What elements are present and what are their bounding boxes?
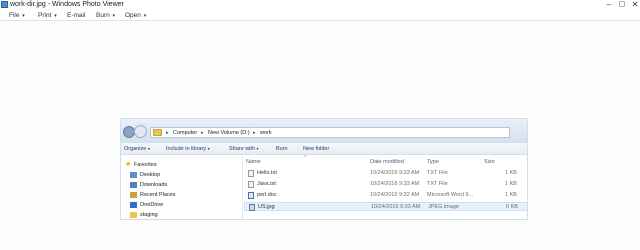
burn-label: Burn — [276, 146, 288, 152]
text-file-icon — [248, 181, 254, 188]
breadcrumb-computer: Computer — [173, 130, 198, 136]
word-doc-icon — [248, 192, 254, 199]
address-bar: ▸ Computer ▸ New Volume (D:) ▸ work — [150, 127, 510, 138]
photo-viewer-window: work-dir.jpg - Windows Photo Viewer – ▢ … — [0, 0, 640, 250]
file-row-us-jpg: US.jpg 10/24/2016 9:33 AM JPEG image 0 K… — [244, 202, 527, 211]
desktop-icon — [130, 172, 137, 178]
column-header-date-modified: Date modified — [370, 159, 404, 165]
file-size: 1 KB — [505, 170, 517, 176]
minimize-button[interactable]: – — [603, 0, 615, 10]
photo-viewer-app-icon — [1, 1, 8, 8]
chevron-down-icon: ▾ — [22, 13, 25, 19]
file-row-hello-txt: Hello.txt 10/24/2016 9:33 AM TXT File 1 … — [244, 169, 527, 178]
file-type: TXT File — [427, 181, 448, 187]
nav-favorites: Favorites — [134, 162, 157, 168]
explorer-address-area: ▸ Computer ▸ New Volume (D:) ▸ work — [121, 119, 527, 143]
displayed-image: ▸ Computer ▸ New Volume (D:) ▸ work Orga… — [120, 118, 528, 220]
file-row-perl-doc: perl.doc 10/24/2016 9:32 AM Microsoft Wo… — [244, 191, 527, 200]
breadcrumb-new-volume: New Volume (D:) — [208, 130, 250, 136]
share-with-label: Share with ▾ — [229, 146, 259, 152]
file-type: TXT File — [427, 170, 448, 176]
file-date: 10/24/2016 9:33 AM — [370, 170, 420, 176]
text-file-icon — [248, 170, 254, 177]
navigation-pane: ★ Favorites Desktop Downloads Recent Pla… — [121, 156, 243, 219]
folder-icon — [130, 212, 137, 218]
column-header-size: Size — [484, 159, 495, 165]
file-name: perl.doc — [257, 192, 277, 198]
close-button[interactable]: ✕ — [629, 0, 640, 10]
chevron-down-icon: ▾ — [112, 13, 116, 19]
maximize-button[interactable]: ▢ — [616, 0, 628, 10]
nav-item-onedrive: OneDrive — [140, 202, 164, 208]
favorites-star-icon: ★ — [125, 161, 132, 168]
breadcrumb-separator: ▸ — [166, 130, 169, 136]
file-type: JPEG image — [428, 204, 459, 210]
file-menu-label: File — [9, 12, 20, 19]
file-date: 10/24/2016 9:33 AM — [371, 204, 421, 210]
chevron-down-icon: ▾ — [54, 13, 57, 19]
file-size: 1 KB — [505, 181, 517, 187]
file-name: Hello.txt — [257, 170, 277, 176]
email-button[interactable]: E-mail — [67, 11, 85, 20]
chevron-down-icon: ▾ — [143, 13, 147, 19]
new-folder-label: New folder — [303, 146, 330, 152]
column-header-type: Type — [427, 159, 439, 165]
file-size: 0 KB — [506, 204, 518, 210]
explorer-toolbar: Organize ▾ Include in library ▾ Share wi… — [121, 143, 527, 155]
burn-menu-label: Burn — [96, 12, 110, 19]
forward-icon — [134, 125, 147, 138]
nav-item-recent-places: Recent Places — [140, 192, 176, 198]
file-type: Microsoft Word 9... — [427, 192, 474, 198]
organize-label: Organize ▾ — [124, 146, 150, 152]
file-date: 10/24/2016 9:32 AM — [370, 192, 420, 198]
window-title: work-dir.jpg - Windows Photo Viewer — [10, 1, 124, 8]
folder-icon — [153, 129, 162, 136]
open-menu[interactable]: Open ▾ — [125, 11, 146, 21]
file-row-java-txt: Java.txt 10/24/2016 9:33 AM TXT File 1 K… — [244, 180, 527, 189]
file-name: Java.txt — [257, 181, 276, 187]
sort-indicator-icon: ^ — [304, 155, 307, 161]
nav-item-desktop: Desktop — [140, 172, 161, 178]
breadcrumb-separator: ▸ — [253, 130, 256, 136]
print-menu-label: Print — [38, 12, 52, 19]
jpeg-image-icon — [249, 204, 255, 211]
print-menu[interactable]: Print ▾ — [38, 11, 57, 21]
include-in-library-label: Include in library ▾ — [166, 146, 210, 152]
breadcrumb-work: work — [260, 130, 272, 136]
onedrive-icon — [130, 202, 137, 208]
breadcrumb-separator: ▸ — [201, 130, 204, 136]
open-menu-label: Open — [125, 12, 141, 19]
column-header-name: Name — [246, 159, 261, 165]
command-bar: File ▾ Print ▾ E-mail Burn ▾ Open ▾ — [0, 10, 640, 21]
downloads-icon — [130, 182, 137, 188]
file-size: 1 KB — [505, 192, 517, 198]
nav-item-downloads: Downloads — [140, 182, 168, 188]
burn-menu[interactable]: Burn ▾ — [96, 11, 115, 21]
file-name: US.jpg — [258, 204, 275, 210]
file-list: Name ^ Date modified Type Size Hello.txt… — [244, 155, 527, 219]
recent-places-icon — [130, 192, 137, 198]
nav-item-staging: staging — [140, 212, 158, 218]
file-date: 10/24/2016 9:33 AM — [370, 181, 420, 187]
title-bar: work-dir.jpg - Windows Photo Viewer – ▢ … — [0, 0, 640, 10]
file-menu[interactable]: File ▾ — [9, 11, 25, 21]
